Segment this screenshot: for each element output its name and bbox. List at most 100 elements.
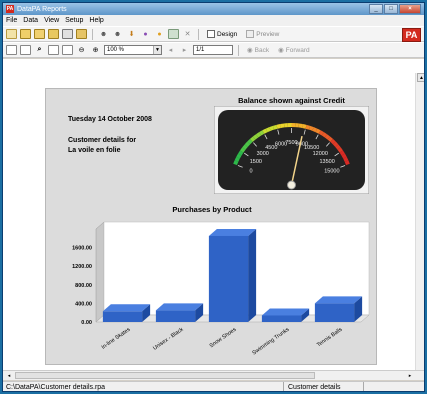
gauge-color-band — [238, 150, 244, 156]
page-layout-icon[interactable] — [6, 45, 17, 55]
download-icon[interactable]: ⬇ — [126, 29, 137, 39]
gauge-color-band — [337, 147, 343, 153]
bar — [155, 310, 196, 322]
scroll-right-icon[interactable]: ▸ — [405, 371, 415, 380]
grid-icon[interactable] — [168, 29, 179, 39]
status-bar: C:\DataPA\Customer details.rpa Customer … — [3, 381, 424, 391]
purchases-bar-chart: 0.00 400.00 800.00 1200.00 1600.00 In-line Sk… — [72, 221, 370, 357]
save-as-icon[interactable] — [48, 29, 59, 39]
gauge-tick-label: 3000 — [257, 151, 269, 157]
maximize-button[interactable]: □ — [384, 4, 398, 14]
forward-label: Forward — [285, 46, 310, 54]
folder-icon[interactable]: ● — [154, 29, 165, 39]
horizontal-scroll-thumb[interactable] — [15, 372, 315, 379]
minimize-button[interactable]: _ — [369, 4, 383, 14]
bar-top — [102, 304, 151, 312]
find-icon[interactable]: ⌕ — [34, 45, 45, 55]
scroll-up-icon[interactable]: ▲ — [417, 73, 424, 82]
y-tick-label: 1600.00 — [72, 246, 92, 252]
x-tick-label: Snow Shoes — [209, 327, 238, 350]
gauge-color-band — [327, 136, 333, 142]
gauge-tick-label: 1500 — [250, 159, 262, 165]
gauge-needle-hub — [287, 180, 296, 190]
zoom-select[interactable]: 100 % ▼ — [104, 45, 162, 55]
gauge-tick-label: 12000 — [313, 151, 328, 157]
gauge-color-band — [321, 132, 328, 138]
status-document-name: Customer details — [284, 382, 364, 391]
horizontal-scrollbar[interactable]: ◂ ▸ — [3, 370, 424, 380]
customer-line-2: La voile en folie — [68, 147, 121, 154]
chevron-down-icon: ▼ — [153, 46, 161, 54]
x-tick-label: Swimming Trunks — [251, 327, 290, 357]
gauge-color-band — [344, 160, 350, 166]
app-window: PA DataPA Reports _ □ × File Data View S… — [2, 2, 425, 392]
menu-bar: File Data View Setup Help — [3, 15, 424, 26]
page-number-field[interactable]: 1/1 — [193, 45, 233, 55]
bar — [261, 315, 302, 322]
back-icon: ◉ — [247, 47, 253, 54]
user-icon[interactable]: ☻ — [98, 29, 109, 39]
gauge-color-band — [234, 156, 240, 162]
menu-file[interactable]: File — [6, 17, 17, 24]
export-icon[interactable] — [76, 29, 87, 39]
gauge-color-band — [341, 153, 347, 159]
gauge-color-band — [242, 144, 248, 150]
gauge-color-band — [302, 124, 307, 129]
gauge-color-band — [280, 123, 285, 128]
design-button[interactable]: Design — [204, 28, 240, 40]
open-icon[interactable] — [20, 29, 31, 39]
status-file-path: C:\DataPA\Customer details.rpa — [3, 382, 284, 391]
gauge-face — [218, 110, 365, 190]
x-tick-label: Tennis Balls — [316, 327, 344, 349]
gauge-color-band — [269, 125, 275, 131]
vertical-scrollbar[interactable]: ▲ — [415, 73, 424, 373]
gauge-color-band — [305, 124, 311, 130]
preview-button[interactable]: Preview — [243, 28, 282, 40]
design-icon — [207, 30, 215, 38]
new-report-icon[interactable] — [6, 29, 17, 39]
report-date: Tuesday 14 October 2008 — [68, 116, 152, 123]
y-tick-label: 1200.00 — [72, 264, 92, 270]
back-label: Back — [254, 46, 270, 54]
bar-top — [208, 228, 257, 236]
next-page-icon[interactable]: ▸ — [179, 45, 190, 55]
gauge-color-band — [315, 128, 321, 134]
zoom-in-icon[interactable]: ⊕ — [90, 45, 101, 55]
bar-side — [248, 228, 257, 322]
gauge-color-band — [255, 132, 262, 138]
copy-icon[interactable] — [20, 45, 31, 55]
multi-page-icon[interactable] — [62, 45, 73, 55]
toolbar-separator — [238, 44, 239, 56]
app-logo-icon: PA — [6, 5, 14, 13]
gauge-color-band — [236, 153, 242, 159]
refresh-icon[interactable]: ● — [140, 29, 151, 39]
gauge-color-band — [252, 134, 259, 140]
print-icon[interactable] — [62, 29, 73, 39]
customer-line-1: Customer details for — [68, 137, 137, 144]
gauge-color-band — [298, 123, 303, 128]
bar — [102, 311, 143, 322]
gauge-color-band — [247, 138, 253, 145]
forward-button[interactable]: ◉ Forward — [275, 44, 313, 56]
gauge-color-band — [259, 130, 265, 136]
single-page-icon[interactable] — [48, 45, 59, 55]
previous-page-icon[interactable]: ◂ — [165, 45, 176, 55]
toolbar-separator — [92, 28, 93, 40]
close-button[interactable]: × — [399, 4, 421, 14]
delete-icon[interactable]: ✕ — [182, 29, 193, 39]
menu-data[interactable]: Data — [23, 17, 38, 24]
menu-help[interactable]: Help — [89, 17, 103, 24]
datapa-logo: PA — [402, 28, 421, 42]
zoom-out-icon[interactable]: ⊖ — [76, 45, 87, 55]
gauge-color-band — [335, 144, 341, 150]
scroll-left-icon[interactable]: ◂ — [4, 371, 14, 380]
gauge-tick-label: 13500 — [320, 159, 335, 165]
forward-icon: ◉ — [278, 47, 284, 54]
menu-view[interactable]: View — [44, 17, 59, 24]
users-icon[interactable]: ☻ — [112, 29, 123, 39]
back-button[interactable]: ◉ Back — [244, 44, 272, 56]
gauge-color-band — [330, 138, 336, 145]
menu-setup[interactable]: Setup — [65, 17, 83, 24]
save-icon[interactable] — [34, 29, 45, 39]
preview-label: Preview — [256, 30, 280, 38]
